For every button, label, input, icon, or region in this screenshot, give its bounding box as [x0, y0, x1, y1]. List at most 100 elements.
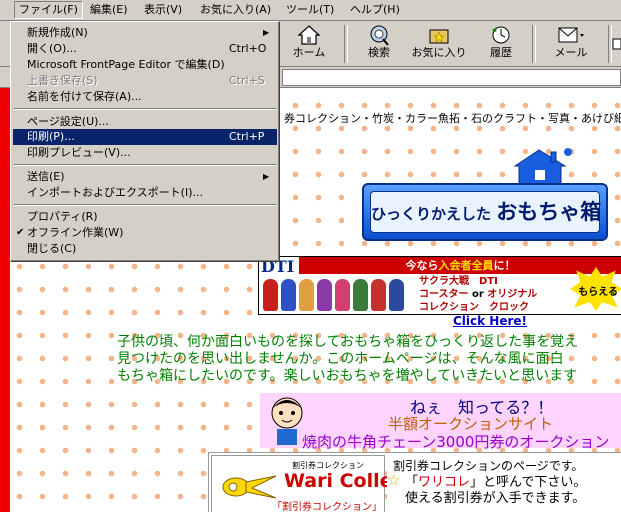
intro-line: 子供の頃、何か面白いものを探しておもちゃ箱をひっくり返した事を覚え: [117, 334, 579, 350]
headline-highlight: 入会者全員: [438, 259, 494, 272]
menu-item-label: 印刷(P)...: [27, 130, 75, 143]
intro-line: もちゃ箱にしたいのです。楽しいおもちゃを増やしていきたいと思います: [117, 368, 578, 384]
banner-details: サクラ大戦 DTI コースター or オリジナル コレクション クロック: [419, 275, 537, 314]
site-logo[interactable]: ひっくりかえした おもちゃ箱: [362, 183, 608, 241]
home-icon: [297, 25, 321, 45]
banner-or: or: [468, 289, 488, 300]
menu-item-print-preview[interactable]: 印刷プレビュー(V)...: [13, 145, 277, 161]
wari-colle-nickname: ワリコレ: [418, 475, 471, 490]
dti-ad-banner[interactable]: DTI 今なら入会者全員に！ サクラ大戦 DTI コースター or オリジナル …: [258, 256, 621, 315]
character-image: [353, 279, 368, 311]
toolbar-separator: [532, 25, 536, 63]
auction-ad[interactable]: ねぇ 知ってる？！ 半額オークションサイト 焼肉の牛角チェーン3000円券のオー…: [260, 393, 621, 451]
menu-tools[interactable]: ツール(T): [282, 2, 338, 18]
menu-item-save-as[interactable]: 名前を付けて保存(A)...: [13, 89, 277, 105]
menu-item-shortcut: Ctrl+S: [229, 74, 265, 87]
menu-item-label: Microsoft FrontPage Editor で編集(D): [27, 58, 225, 71]
wari-text-line: 「ワリコレ」と呼んで下さい。: [405, 475, 586, 490]
menu-item-label: 新規作成(N): [27, 26, 88, 39]
headline-part: に！: [493, 259, 516, 272]
menu-separator: [14, 204, 276, 206]
menu-item-save: 上書き保存(S) Ctrl+S: [13, 73, 277, 89]
menu-item-shortcut: Ctrl+O: [229, 42, 267, 55]
banner-headline: 今なら入会者全員に！: [299, 257, 621, 274]
menu-item-shortcut: Ctrl+P: [229, 130, 265, 143]
history-label: 履歴: [490, 46, 512, 59]
house-icon: [513, 148, 572, 188]
wari-text-part: 」と呼んで下さい。: [470, 475, 587, 490]
favorites-label: お気に入り: [411, 46, 467, 59]
site-topics-text: 券コレクション・竹炭・カラー魚拓・石のクラフト・写真・あけび細工などが: [284, 112, 621, 125]
site-logo-text: ひっくりかえした おもちゃ箱: [370, 191, 602, 233]
menu-help[interactable]: ヘルプ(H): [346, 2, 404, 18]
search-icon: [370, 25, 389, 46]
wari-colle-logo[interactable]: 割引券コレクション Wari Colle 「割引券コレクション」: [211, 455, 393, 512]
banner-line: コレクション クロック: [419, 302, 529, 313]
history-icon: [492, 26, 510, 44]
menu-separator: [14, 164, 276, 166]
wari-text-line: 割引券コレクションのページです。: [393, 459, 584, 473]
menu-item-label: ページ設定(U)...: [27, 115, 109, 128]
character-image: [281, 279, 296, 311]
scissors-icon: [222, 475, 277, 499]
wari-colle-title: Wari Colle: [284, 470, 393, 492]
menu-item-label: 閉じる(C): [27, 242, 77, 255]
menu-favorites[interactable]: お気に入り(A): [196, 2, 275, 18]
logo-small-text: ひっくりかえした: [371, 205, 492, 223]
logo-big-text: おもちゃ箱: [496, 199, 602, 224]
wari-colle-description: 割引券コレクションのページです。 ☆ 「ワリコレ」と呼んで下さい。 使える割引券…: [387, 455, 621, 512]
menu-view[interactable]: 表示(V): [140, 2, 186, 18]
menu-item-properties[interactable]: プロパティ(R): [13, 209, 277, 225]
menu-item-send[interactable]: 送信(E) ▶: [13, 169, 277, 185]
star-icon: ☆: [387, 471, 401, 489]
mail-button[interactable]: メール: [546, 24, 596, 64]
character-image: [371, 279, 386, 311]
submenu-arrow-icon: ▶: [263, 172, 270, 181]
menu-item-page-setup[interactable]: ページ設定(U)...: [13, 114, 277, 130]
boy-face-icon: [271, 397, 303, 445]
menu-edit[interactable]: 編集(E): [86, 2, 132, 18]
toolbar-more-icon[interactable]: [612, 37, 621, 53]
banner-line: コースター: [419, 289, 469, 300]
menu-item-work-offline[interactable]: ✔ オフライン作業(W): [13, 225, 277, 241]
history-button[interactable]: 履歴: [478, 24, 524, 64]
toolbar-separator: [344, 25, 348, 63]
checkmark-icon: ✔: [16, 227, 25, 238]
banner-line: サクラ大戦 DTI: [419, 276, 498, 287]
menu-separator: [14, 108, 276, 110]
menu-item-label: プロパティ(R): [27, 210, 98, 223]
menu-item-import-export[interactable]: インポートおよびエクスポート(I)...: [13, 185, 277, 201]
intro-paragraph: 子供の頃、何か面白いものを探しておもちゃ箱をひっくり返した事を覚え 見つけたのを…: [117, 334, 621, 385]
character-image: [389, 279, 404, 311]
address-field[interactable]: [282, 69, 621, 86]
menu-item-new[interactable]: 新規作成(N) ▶: [13, 25, 277, 41]
menu-item-edit-frontpage[interactable]: Microsoft FrontPage Editor で編集(D): [13, 57, 277, 73]
search-button[interactable]: 検索: [356, 24, 402, 64]
wari-text-line: 使える割引券が入手できます。: [405, 491, 586, 506]
wari-colle-section: 割引券コレクション Wari Colle 「割引券コレクション」 割引券コレクシ…: [208, 452, 621, 512]
headline-part: 今なら: [405, 259, 439, 272]
file-menu-dropdown: 新規作成(N) ▶ 開く(O)... Ctrl+O Microsoft Fron…: [10, 21, 280, 262]
character-image: [263, 279, 278, 311]
menu-item-label: インポートおよびエクスポート(I)...: [27, 186, 203, 199]
submenu-arrow-icon: ▶: [263, 28, 270, 37]
character-image: [317, 279, 332, 311]
auction-description: 焼肉の牛角チェーン3000円券のオークション: [302, 433, 610, 451]
home-button[interactable]: ホーム: [284, 24, 334, 64]
character-image: [299, 279, 314, 311]
menu-item-close[interactable]: 閉じる(C): [13, 241, 277, 257]
menu-item-label: 名前を付けて保存(A)...: [27, 90, 142, 103]
mail-icon: [558, 27, 584, 43]
menu-item-label: 上書き保存(S): [27, 74, 98, 87]
wari-colle-subtitle: 「割引券コレクション」: [272, 502, 382, 512]
menu-file[interactable]: ファイル(F): [14, 1, 83, 19]
click-here-link[interactable]: Click Here!: [453, 314, 527, 328]
left-red-strip: [0, 88, 10, 512]
favorites-button[interactable]: お気に入り: [410, 24, 468, 64]
menu-item-print[interactable]: 印刷(P)... Ctrl+P: [13, 129, 277, 145]
favorites-folder-icon: [429, 29, 449, 44]
mail-label: メール: [554, 46, 588, 59]
menu-item-label: 送信(E): [27, 170, 65, 183]
menu-item-open[interactable]: 開く(O)... Ctrl+O: [13, 41, 277, 57]
home-label: ホーム: [292, 46, 326, 59]
